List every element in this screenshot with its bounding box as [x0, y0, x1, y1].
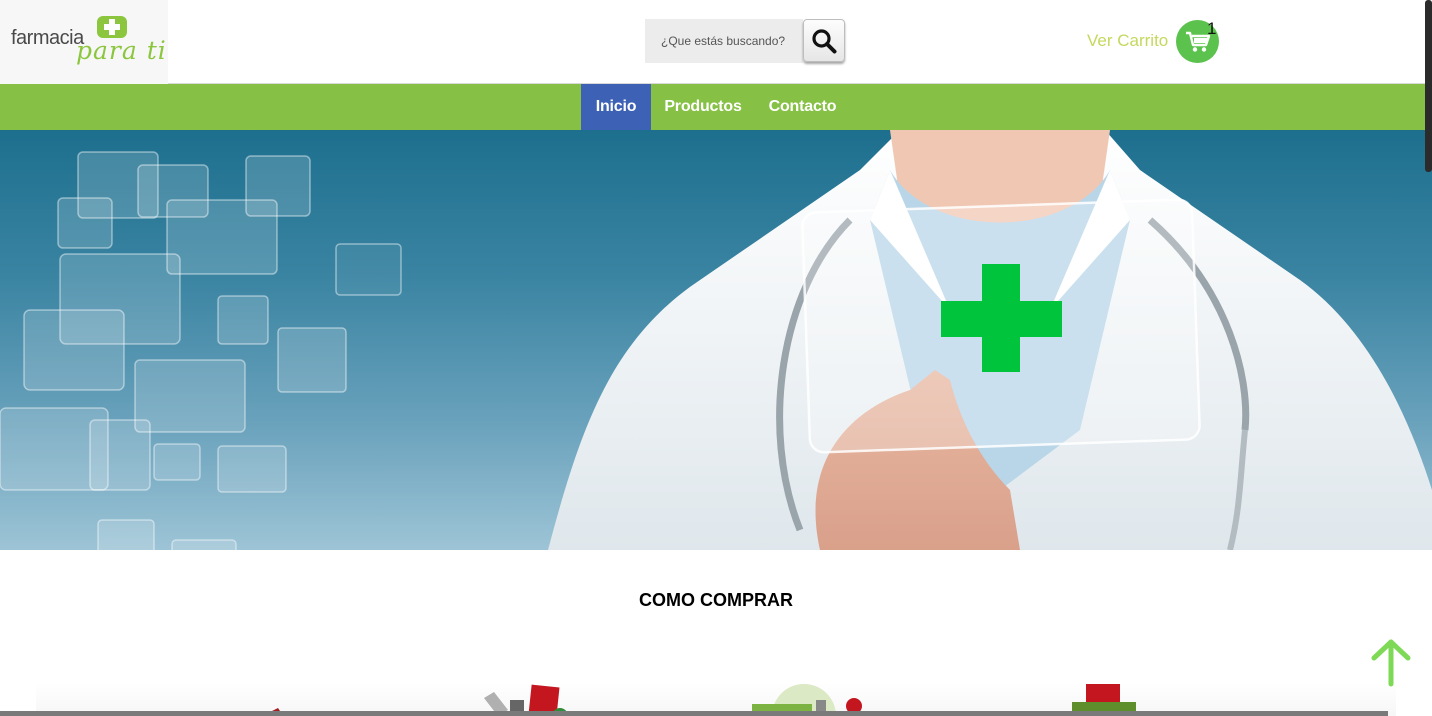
arrow-up-icon [1371, 639, 1411, 687]
logo-wordmark: farmacia [11, 27, 84, 49]
vertical-scrollbar[interactable] [1425, 0, 1432, 172]
logo-cross-icon [97, 16, 127, 38]
step-icons [262, 684, 1136, 716]
section-title: COMO COMPRAR [639, 590, 793, 610]
nav-item-inicio[interactable]: Inicio [581, 84, 651, 130]
hero-banner [0, 130, 1432, 550]
cart-count-badge: 1 [1207, 19, 1217, 38]
hero-illustration [0, 130, 1432, 550]
floating-squares [0, 151, 402, 550]
search-icon [812, 28, 837, 53]
page: farmacia para ti Ver Carrito 1 [0, 0, 1432, 716]
horizontal-scrollbar[interactable] [0, 711, 1388, 716]
nav-item-productos[interactable]: Productos [651, 84, 755, 130]
site-logo[interactable]: farmacia para ti [0, 0, 168, 84]
main-nav: Inicio Productos Contacto [0, 84, 1432, 130]
view-cart-link[interactable]: Ver Carrito [1087, 31, 1168, 51]
search-button[interactable] [803, 19, 845, 62]
back-to-top-button[interactable] [1368, 636, 1414, 688]
site-header: farmacia para ti Ver Carrito 1 [0, 0, 1432, 84]
search-input[interactable] [645, 19, 803, 63]
logo-script: para ti [76, 36, 167, 65]
nav-item-contacto[interactable]: Contacto [755, 84, 850, 130]
